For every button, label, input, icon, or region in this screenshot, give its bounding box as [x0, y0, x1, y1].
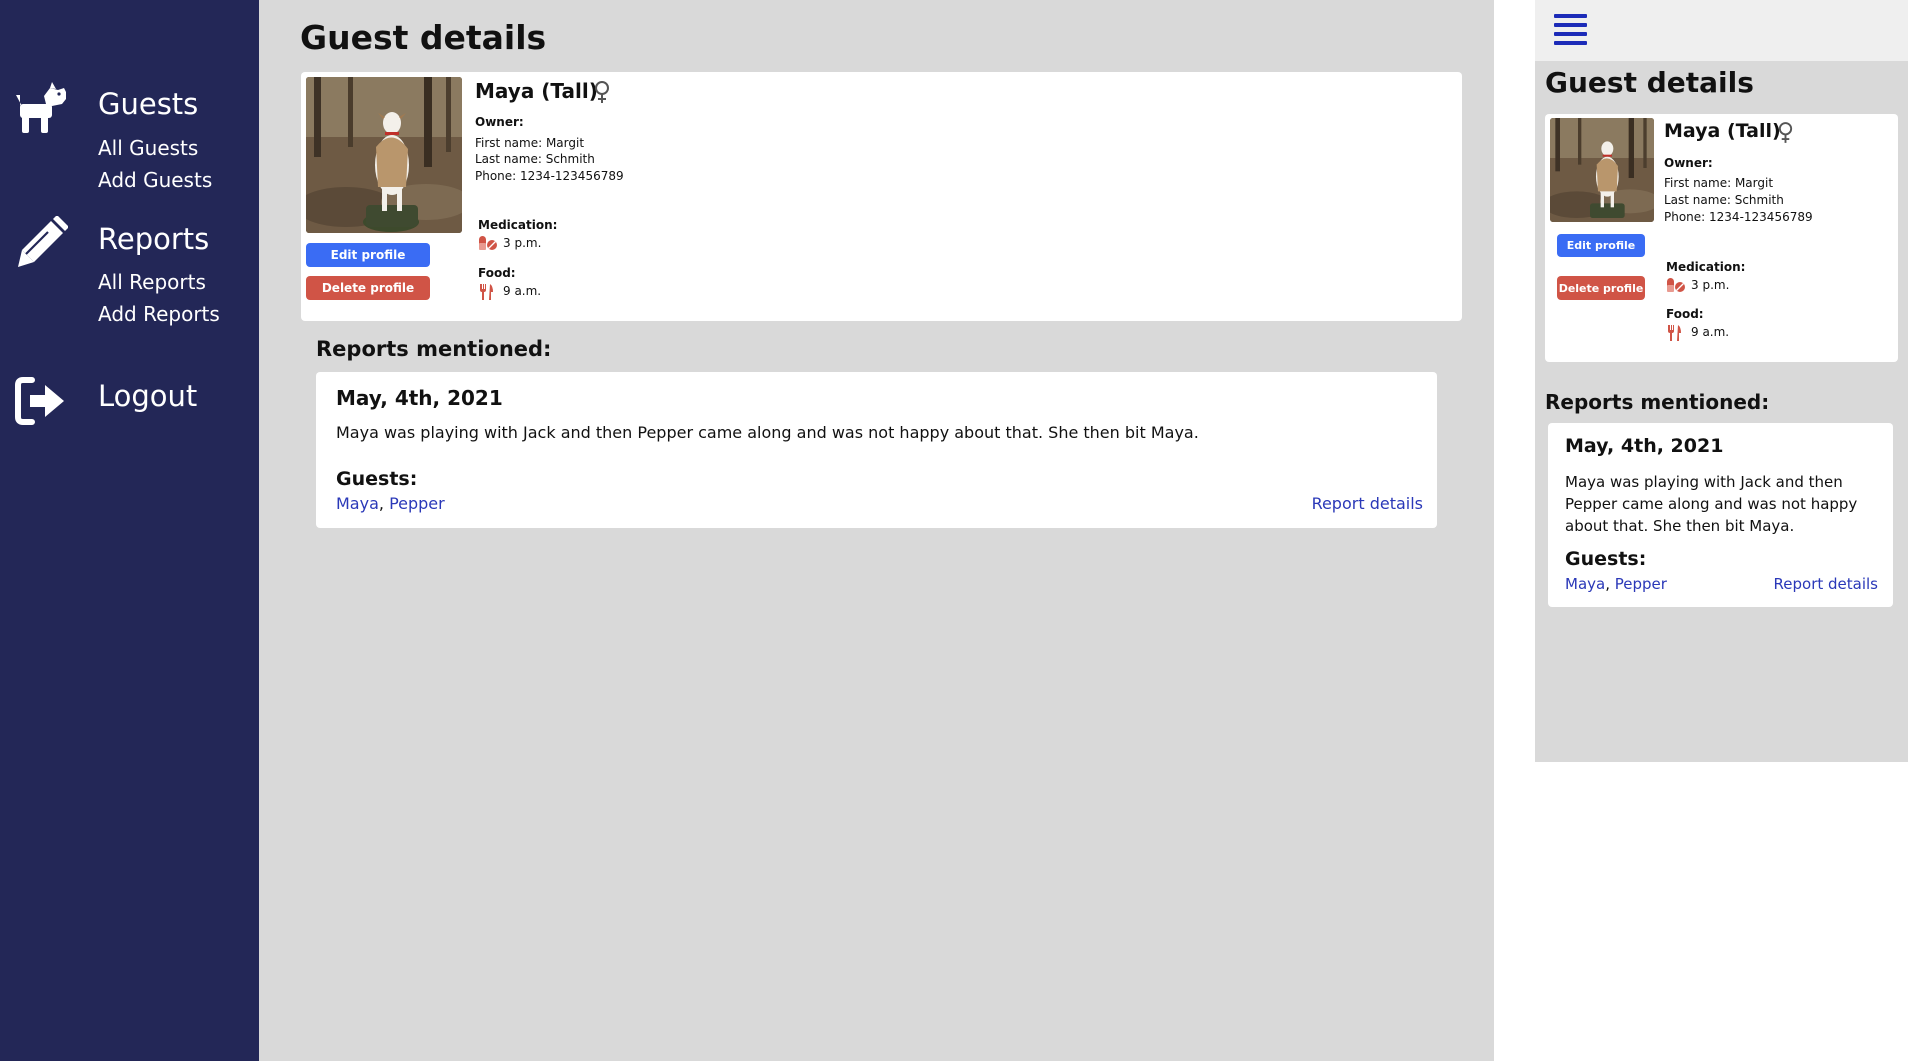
- mobile-report-text: Maya was playing with Jack and then Pepp…: [1565, 473, 1858, 535]
- owner-last-name: Last name: Schmith: [475, 152, 595, 166]
- report-guest-links: Maya, Pepper: [336, 494, 445, 513]
- mobile-food-time: 9 a.m.: [1691, 325, 1730, 339]
- page-title: Guest details: [300, 18, 547, 57]
- nav-item-add-reports[interactable]: Add Reports: [98, 302, 220, 326]
- reports-section-title: Reports mentioned:: [316, 337, 552, 361]
- hamburger-icon[interactable]: [1554, 14, 1587, 47]
- report-details-link[interactable]: Report details: [1312, 494, 1423, 513]
- mobile-guest-separator: ,: [1605, 575, 1615, 593]
- edit-profile-button[interactable]: Edit profile: [306, 243, 430, 267]
- guest-card: Edit profile Delete profile Maya (Tall) …: [301, 72, 1462, 321]
- mobile-medication-time: 3 p.m.: [1691, 278, 1730, 292]
- mobile-edit-profile-button[interactable]: Edit profile: [1557, 234, 1645, 257]
- mobile-header: [1535, 0, 1908, 61]
- pills-icon: [478, 235, 498, 251]
- mobile-pills-icon: [1666, 277, 1686, 293]
- mobile-owner-phone: Phone: 1234-123456789: [1664, 210, 1813, 224]
- mobile-food-label: Food:: [1666, 307, 1704, 321]
- mobile-utensils-icon: [1667, 324, 1683, 342]
- report-guests-label: Guests:: [336, 468, 418, 490]
- sidebar: Guests All Guests Add Guests Reports All…: [0, 0, 259, 1061]
- report-card: May, 4th, 2021 Maya was playing with Jac…: [316, 372, 1437, 528]
- guest-separator: ,: [378, 494, 390, 513]
- mobile-guest-card: Edit profile Delete profile Maya (Tall) …: [1545, 114, 1898, 362]
- nav-item-all-guests[interactable]: All Guests: [98, 136, 198, 160]
- mobile-report-date: May, 4th, 2021: [1565, 435, 1724, 457]
- delete-profile-button[interactable]: Delete profile: [306, 276, 430, 300]
- mobile-female-symbol-icon: [1777, 121, 1794, 144]
- main-content: Guest details Edit profile Delete profil…: [259, 0, 1494, 1061]
- guest-name: Maya (Tall): [475, 79, 598, 103]
- mobile-page-title: Guest details: [1545, 66, 1754, 99]
- mobile-reports-section-title: Reports mentioned:: [1545, 390, 1770, 414]
- medication-label: Medication:: [478, 218, 558, 232]
- nav-title-logout[interactable]: Logout: [98, 379, 197, 413]
- mobile-guest-name: Maya (Tall): [1664, 120, 1781, 142]
- nav-item-all-reports[interactable]: All Reports: [98, 270, 206, 294]
- nav-item-add-guests[interactable]: Add Guests: [98, 168, 212, 192]
- owner-label: Owner:: [475, 115, 524, 129]
- mobile-owner-first-name: First name: Margit: [1664, 176, 1774, 190]
- nav-title-guests[interactable]: Guests: [98, 87, 198, 121]
- mobile-guest-link-pepper[interactable]: Pepper: [1615, 575, 1667, 593]
- utensils-icon: [479, 283, 495, 301]
- guest-link-pepper[interactable]: Pepper: [389, 494, 445, 513]
- owner-first-name: First name: Margit: [475, 136, 585, 150]
- guest-link-maya[interactable]: Maya: [336, 494, 379, 513]
- female-symbol-icon: [593, 80, 611, 104]
- medication-time: 3 p.m.: [503, 236, 542, 250]
- mobile-report-card: May, 4th, 2021 Maya was playing with Jac…: [1548, 423, 1893, 607]
- mobile-guest-link-maya[interactable]: Maya: [1565, 575, 1605, 593]
- mobile-medication-label: Medication:: [1666, 260, 1746, 274]
- pencil-icon[interactable]: [14, 216, 68, 270]
- report-date: May, 4th, 2021: [336, 386, 503, 410]
- food-label: Food:: [478, 266, 516, 280]
- mobile-report-guests-label: Guests:: [1565, 548, 1647, 570]
- report-text: Maya was playing with Jack and then Pepp…: [336, 423, 1199, 442]
- food-time: 9 a.m.: [503, 284, 542, 298]
- nav-title-reports[interactable]: Reports: [98, 222, 209, 256]
- mobile-report-details-link[interactable]: Report details: [1774, 575, 1878, 593]
- logout-icon[interactable]: [14, 374, 68, 428]
- mobile-preview: Guest details Edit profile Delete profil…: [1535, 0, 1908, 762]
- mobile-report-guest-links: Maya, Pepper: [1565, 575, 1667, 593]
- guest-photo: [306, 77, 462, 233]
- mobile-owner-last-name: Last name: Schmith: [1664, 193, 1784, 207]
- owner-phone: Phone: 1234-123456789: [475, 169, 624, 183]
- mobile-owner-label: Owner:: [1664, 156, 1713, 170]
- mobile-delete-profile-button[interactable]: Delete profile: [1557, 276, 1645, 300]
- mobile-guest-photo: [1550, 118, 1654, 222]
- dog-icon[interactable]: [14, 82, 68, 136]
